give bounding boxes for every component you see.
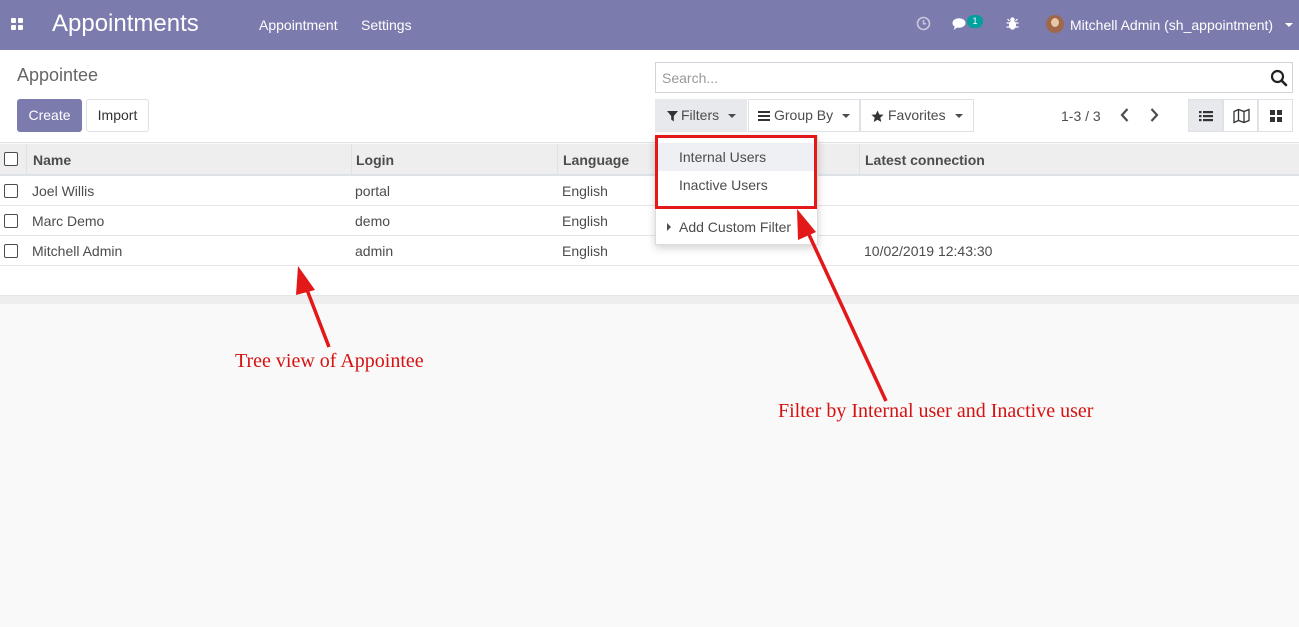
tree-view-arrowhead-icon <box>296 266 315 295</box>
filter-arrowhead-icon <box>797 209 816 240</box>
annotation-tree-view-label: Tree view of Appointee <box>235 350 424 372</box>
filter-arrow-line <box>803 225 888 402</box>
annotation-arrows <box>296 209 888 402</box>
annotation-filter-label: Filter by Internal user and Inactive use… <box>778 400 1094 422</box>
